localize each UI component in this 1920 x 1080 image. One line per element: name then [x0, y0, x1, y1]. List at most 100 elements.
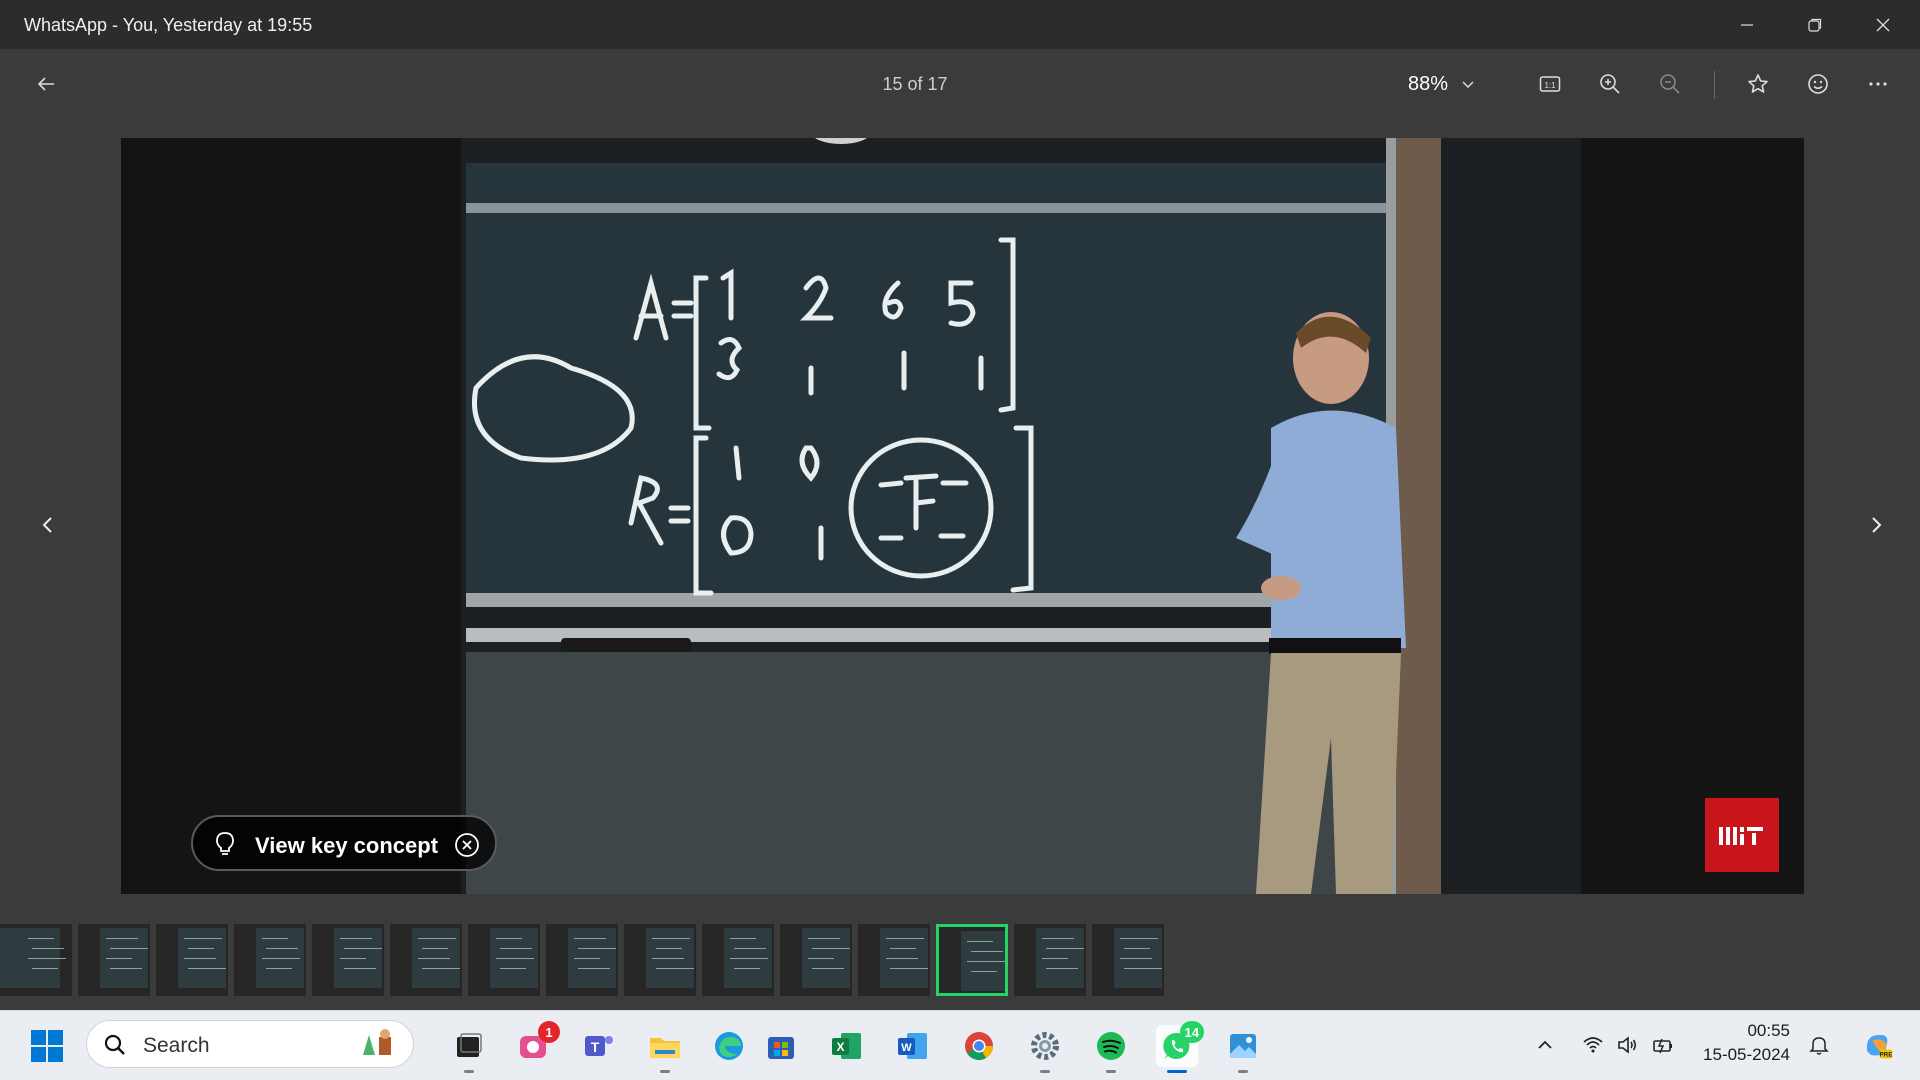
taskbar-app-word[interactable]: W: [892, 1025, 934, 1067]
thumbnail-chalk-line: [890, 968, 928, 969]
filmstrip-thumbnail[interactable]: [858, 924, 930, 996]
volume-status[interactable]: [1614, 1032, 1640, 1058]
thumbnail-chalk-line: [808, 938, 840, 939]
gear-icon: [1031, 1032, 1059, 1060]
filmstrip-thumbnail[interactable]: [936, 924, 1008, 996]
toolbar-divider: [1714, 71, 1715, 99]
svg-text:X: X: [836, 1040, 844, 1054]
thumbnail-chalk-line: [32, 948, 64, 949]
copilot-button[interactable]: PRE: [1858, 1026, 1896, 1064]
title-bar: WhatsApp - You, Yesterday at 19:55: [0, 0, 1920, 49]
zoom-out-icon: [1660, 74, 1680, 94]
actual-size-button[interactable]: 1:1: [1532, 66, 1568, 102]
taskbar-app-task-view[interactable]: [448, 1025, 490, 1073]
zoom-out-button[interactable]: [1652, 66, 1688, 102]
thumbnail-chalk-line: [340, 958, 366, 959]
filmstrip-thumbnail[interactable]: [546, 924, 618, 996]
thumbnail-chalk-line: [890, 948, 916, 949]
previous-image-button[interactable]: [28, 505, 68, 545]
taskbar-app-photos[interactable]: [1222, 1025, 1264, 1073]
filmstrip-thumbnail[interactable]: [78, 924, 150, 996]
thumbnail-chalk-line: [574, 958, 600, 959]
thumbnail-chalk-line: [1124, 968, 1162, 969]
restore-icon: [1808, 18, 1822, 32]
filmstrip-thumbnail[interactable]: [468, 924, 540, 996]
running-indicator: [1040, 1070, 1050, 1073]
taskbar-app-file-explorer[interactable]: [644, 1025, 686, 1073]
taskbar-app-edge[interactable]: [708, 1025, 750, 1067]
wifi-status[interactable]: [1580, 1032, 1606, 1058]
taskbar-app-teams[interactable]: T: [578, 1025, 620, 1067]
taskbar-search[interactable]: Search: [86, 1020, 414, 1068]
close-circle-icon[interactable]: [453, 831, 481, 859]
thumbnail-chalk-line: [1042, 958, 1068, 959]
thumbnail-chalk-line: [1124, 948, 1150, 949]
taskbar-app-whatsapp[interactable]: 14: [1156, 1021, 1204, 1073]
restore-button[interactable]: [1784, 0, 1846, 49]
filmstrip-thumbnail[interactable]: [390, 924, 462, 996]
thumbnail-chalk-line: [344, 948, 382, 949]
close-button[interactable]: [1852, 0, 1914, 49]
favorite-button[interactable]: [1740, 66, 1776, 102]
thumbnail-chalk-line: [971, 951, 1003, 952]
thumbnail-chalk-line: [500, 968, 526, 969]
thumbnail-chalk-line: [110, 948, 148, 949]
thumbnail-chalk-line: [967, 961, 1005, 962]
running-indicator: [660, 1070, 670, 1073]
taskbar-app-spotify[interactable]: [1090, 1025, 1132, 1073]
taskbar-app-store[interactable]: [760, 1025, 802, 1067]
system-clock[interactable]: 00:55 15-05-2024: [1690, 1019, 1790, 1067]
react-button[interactable]: [1800, 66, 1836, 102]
photos-icon: [1230, 1034, 1256, 1058]
thumbnail-chalk-line: [578, 968, 610, 969]
clock-time: 00:55: [1747, 1021, 1790, 1040]
more-icon: [1869, 82, 1887, 86]
close-icon: [1876, 18, 1890, 31]
filmstrip-thumbnail[interactable]: [780, 924, 852, 996]
back-button[interactable]: [28, 66, 64, 102]
filmstrip-thumbnail[interactable]: [234, 924, 306, 996]
thumbnail-chalk-line: [106, 958, 132, 959]
taskbar-app-settings[interactable]: [1024, 1025, 1066, 1073]
thumbnail-chalk-line: [734, 968, 760, 969]
show-hidden-icons-button[interactable]: [1532, 1032, 1558, 1058]
thumbnail-chalk-line: [730, 958, 768, 959]
more-options-button[interactable]: [1860, 66, 1896, 102]
image-viewer[interactable]: [121, 138, 1804, 894]
taskbar-app-chrome[interactable]: [958, 1025, 1000, 1067]
thumbnail-chalk-line: [1120, 938, 1158, 939]
thumbnail-chalk-line: [967, 941, 993, 942]
filmstrip-thumbnail[interactable]: [702, 924, 774, 996]
filmstrip-thumbnail[interactable]: [1014, 924, 1086, 996]
thumbnail-chalk-line: [340, 938, 372, 939]
excel-icon: X: [832, 1033, 861, 1059]
arrow-left-icon: [37, 77, 54, 91]
filmstrip-thumbnail[interactable]: [312, 924, 384, 996]
chevron-right-icon: [1872, 517, 1882, 533]
taskbar-app-excel[interactable]: X: [826, 1025, 868, 1067]
taskbar-app-copilot-social[interactable]: 1: [512, 1021, 560, 1067]
minimize-icon: [1741, 23, 1753, 26]
filmstrip-thumbnail[interactable]: [0, 924, 72, 996]
running-indicator: [1106, 1070, 1116, 1073]
folder-icon: [650, 1038, 680, 1058]
lecture-photo: [121, 138, 1804, 894]
battery-status[interactable]: [1650, 1032, 1676, 1058]
zoom-in-button[interactable]: [1592, 66, 1628, 102]
filmstrip-thumbnail[interactable]: [156, 924, 228, 996]
thumbnail-chalk-line: [808, 958, 834, 959]
thumbnail-chalk-line: [652, 958, 684, 959]
svg-text:1:1: 1:1: [1544, 81, 1556, 90]
zoom-dropdown[interactable]: 88%: [1408, 69, 1498, 99]
filmstrip-thumbnail[interactable]: [624, 924, 696, 996]
search-icon: [104, 1034, 125, 1055]
notifications-button[interactable]: [1806, 1032, 1832, 1058]
filmstrip-thumbnail[interactable]: [1092, 924, 1164, 996]
start-button[interactable]: [26, 1025, 68, 1067]
minimize-button[interactable]: [1716, 0, 1778, 49]
next-image-button[interactable]: [1856, 505, 1896, 545]
view-key-concept-button[interactable]: View key concept: [191, 815, 497, 871]
store-icon: [768, 1037, 794, 1059]
notification-badge: 14: [1179, 1021, 1204, 1043]
zoom-in-icon: [1600, 74, 1620, 94]
